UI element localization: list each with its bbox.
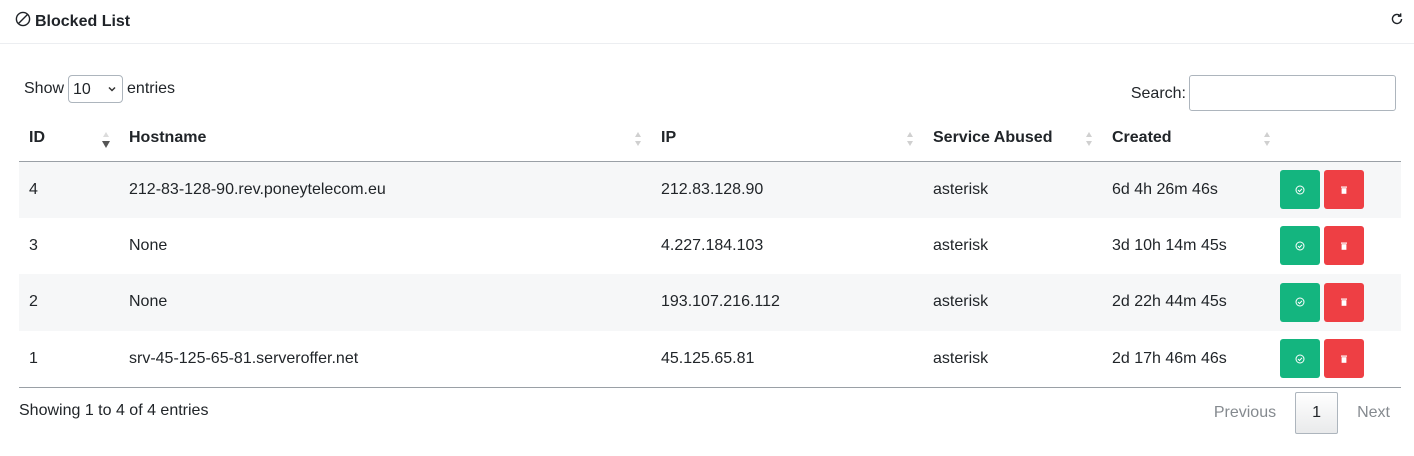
entries-select[interactable]: 10 bbox=[68, 75, 124, 103]
sort-icon bbox=[1264, 132, 1270, 146]
cell-service: asterisk bbox=[933, 180, 989, 198]
check-circle-icon bbox=[1295, 297, 1305, 307]
cell-hostname: 212-83-128-90.rev.poneytelecom.eu bbox=[129, 180, 386, 198]
cell-id: 3 bbox=[29, 236, 38, 254]
table-header-row: ID Hostname IP Service Abused Created bbox=[19, 116, 1401, 162]
cell-actions bbox=[1280, 330, 1401, 388]
trash-icon bbox=[1341, 186, 1347, 194]
column-header-service[interactable]: Service Abused bbox=[923, 116, 1102, 162]
sort-icon bbox=[635, 132, 641, 146]
cell-ip: 212.83.128.90 bbox=[661, 180, 764, 198]
show-label: Show bbox=[24, 80, 65, 97]
delete-button[interactable] bbox=[1324, 170, 1364, 209]
trash-icon bbox=[1341, 242, 1347, 250]
next-button[interactable]: Next bbox=[1357, 404, 1390, 422]
table-row: 2 None 193.107.216.112 asterisk 2d 22h 4… bbox=[19, 274, 1401, 331]
column-header-created[interactable]: Created bbox=[1102, 116, 1280, 162]
table-row: 4 212-83-128-90.rev.poneytelecom.eu 212.… bbox=[19, 161, 1401, 218]
cell-actions bbox=[1280, 274, 1401, 331]
cell-actions bbox=[1280, 161, 1401, 218]
search-control: Search: bbox=[1131, 75, 1396, 111]
entries-label: entries bbox=[127, 80, 176, 97]
cell-created: 6d 4h 26m 46s bbox=[1112, 180, 1218, 198]
blocked-table: ID Hostname IP Service Abused Created 4 … bbox=[19, 116, 1401, 388]
search-label: Search: bbox=[1130, 85, 1186, 102]
cell-id: 4 bbox=[29, 180, 38, 198]
column-header-id[interactable]: ID bbox=[19, 116, 119, 162]
card-header: Blocked List bbox=[0, 0, 1414, 44]
cell-hostname: srv-45-125-65-81.serveroffer.net bbox=[119, 330, 651, 388]
cell-actions bbox=[1280, 218, 1401, 275]
cell-service: asterisk bbox=[933, 236, 989, 254]
cell-hostname: None bbox=[129, 293, 168, 311]
cell-created: 2d 22h 44m 45s bbox=[1112, 293, 1227, 311]
sort-icon bbox=[907, 132, 913, 146]
cell-ip: 193.107.216.112 bbox=[661, 293, 780, 311]
page-title: Blocked List bbox=[35, 12, 131, 30]
column-header-actions bbox=[1280, 116, 1401, 162]
card-title: Blocked List bbox=[15, 11, 130, 32]
check-circle-icon bbox=[1295, 354, 1305, 363]
unblock-button[interactable] bbox=[1280, 226, 1320, 266]
check-circle-icon bbox=[1295, 185, 1305, 194]
search-input[interactable] bbox=[1189, 75, 1396, 111]
sort-desc-icon bbox=[102, 132, 110, 148]
delete-button[interactable] bbox=[1324, 226, 1364, 266]
cell-id: 2 bbox=[29, 293, 38, 311]
refresh-button[interactable] bbox=[1389, 12, 1405, 31]
cell-ip: 4.227.184.103 bbox=[661, 236, 764, 254]
delete-button[interactable] bbox=[1324, 282, 1364, 322]
unblock-button[interactable] bbox=[1280, 170, 1320, 209]
refresh-icon bbox=[1390, 12, 1404, 31]
ban-icon bbox=[15, 11, 31, 32]
table-row: 3 None 4.227.184.103 asterisk 3d 10h 14m… bbox=[19, 218, 1401, 275]
table-info: Showing 1 to 4 of 4 entries bbox=[19, 402, 209, 419]
cell-ip: 45.125.65.81 bbox=[651, 330, 923, 388]
entries-length-control: Show 10 entries bbox=[24, 75, 175, 103]
page-button-1[interactable]: 1 bbox=[1295, 392, 1339, 434]
cell-created: 2d 17h 46m 46s bbox=[1102, 330, 1280, 388]
delete-button[interactable] bbox=[1324, 339, 1364, 378]
cell-created: 3d 10h 14m 45s bbox=[1112, 236, 1227, 254]
check-circle-icon bbox=[1295, 241, 1305, 251]
trash-icon bbox=[1341, 355, 1347, 363]
column-header-hostname[interactable]: Hostname bbox=[119, 116, 651, 162]
trash-icon bbox=[1341, 298, 1347, 307]
cell-id: 1 bbox=[19, 330, 119, 388]
cell-service: asterisk bbox=[923, 330, 1102, 388]
pagination: Previous 1 Next bbox=[1214, 392, 1390, 434]
unblock-button[interactable] bbox=[1280, 339, 1320, 378]
cell-service: asterisk bbox=[933, 293, 989, 311]
unblock-button[interactable] bbox=[1280, 282, 1320, 322]
table-row: 1 srv-45-125-65-81.serveroffer.net 45.12… bbox=[19, 330, 1401, 388]
column-header-ip[interactable]: IP bbox=[651, 116, 923, 162]
previous-button[interactable]: Previous bbox=[1214, 404, 1276, 422]
cell-hostname: None bbox=[129, 236, 168, 254]
sort-icon bbox=[1086, 132, 1092, 146]
